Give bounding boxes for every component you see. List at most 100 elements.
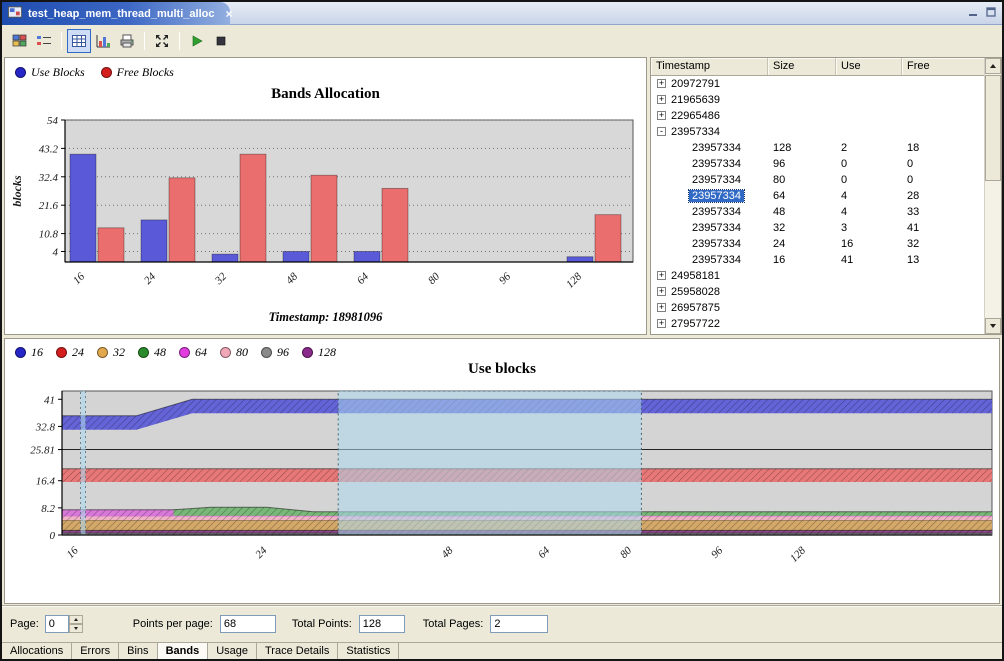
legend-item: 80 xyxy=(220,345,248,360)
timestamp-cell: +24958181 xyxy=(651,268,768,284)
legend-item: 16 xyxy=(15,345,43,360)
view-tab-bands[interactable]: Bands xyxy=(158,643,209,659)
grid-view-button[interactable] xyxy=(8,29,32,53)
timestamp-cell: +21965639 xyxy=(651,92,768,108)
column-header[interactable]: Use xyxy=(836,58,902,75)
view-tab-statistics[interactable]: Statistics xyxy=(338,643,399,659)
svg-text:41: 41 xyxy=(44,394,55,406)
legend-color-dot xyxy=(261,347,272,358)
table-view-button[interactable] xyxy=(67,29,91,53)
points-per-page-input[interactable] xyxy=(220,615,276,633)
view-tab-errors[interactable]: Errors xyxy=(72,643,119,659)
free-cell: 0 xyxy=(902,172,986,188)
table-row[interactable]: +26957875 xyxy=(651,300,986,316)
svg-text:24: 24 xyxy=(253,544,270,561)
table-row[interactable]: 23957334241632 xyxy=(651,236,986,252)
timestamp-value: 23957334 xyxy=(689,158,744,170)
table-row[interactable]: +20972791 xyxy=(651,76,986,92)
collapse-toggle[interactable]: - xyxy=(657,127,666,136)
use-blocks-chart[interactable]: 08.216.425.8132.841162448648096128 xyxy=(6,383,1000,601)
svg-text:32.4: 32.4 xyxy=(38,172,59,184)
tab-test-heap-mem-thread-multi-alloc[interactable]: test_heap_mem_thread_multi_alloc × xyxy=(2,2,230,25)
table-row[interactable]: +22965486 xyxy=(651,108,986,124)
chart-view-button[interactable] xyxy=(91,29,115,53)
print-button[interactable] xyxy=(115,29,139,53)
timestamp-value: 23957334 xyxy=(689,142,744,154)
free-cell: 0 xyxy=(902,156,986,172)
column-header[interactable]: Free xyxy=(902,58,986,75)
page-input[interactable] xyxy=(45,615,69,633)
maximize-icon[interactable] xyxy=(984,5,998,19)
bands-allocation-chart[interactable]: 410.821.632.443.25416243248648096128bloc… xyxy=(7,110,646,310)
toolbar-separator xyxy=(144,32,145,50)
table-row[interactable]: -23957334 xyxy=(651,124,986,140)
table-row[interactable]: 2395733432341 xyxy=(651,220,986,236)
table-row[interactable]: 2395733464428 xyxy=(651,188,986,204)
expand-toggle[interactable]: + xyxy=(657,271,666,280)
expand-toggle[interactable]: + xyxy=(657,303,666,312)
legend-item: 24 xyxy=(56,345,84,360)
table-row[interactable]: +27957722 xyxy=(651,316,986,332)
column-header[interactable]: Timestamp xyxy=(651,58,768,75)
expand-toggle[interactable]: + xyxy=(657,79,666,88)
scroll-up-button[interactable] xyxy=(985,58,1001,74)
expand-toggle[interactable]: + xyxy=(657,111,666,120)
view-tab-bar: AllocationsErrorsBinsBandsUsageTrace Det… xyxy=(2,642,1002,659)
total-points-input[interactable] xyxy=(359,615,405,633)
size-cell: 16 xyxy=(768,252,836,268)
size-cell: 48 xyxy=(768,204,836,220)
table-row[interactable]: 239573349600 xyxy=(651,156,986,172)
total-pages-input[interactable] xyxy=(490,615,548,633)
timestamp-value: 21965639 xyxy=(671,94,720,106)
use-cell xyxy=(836,92,902,108)
view-tab-bins[interactable]: Bins xyxy=(119,643,157,659)
table-row[interactable]: +25958028 xyxy=(651,284,986,300)
timestamp-value: 22965486 xyxy=(671,110,720,122)
table-row[interactable]: 239573348000 xyxy=(651,172,986,188)
free-cell xyxy=(902,124,986,140)
table-row[interactable]: +24958181 xyxy=(651,268,986,284)
svg-text:32: 32 xyxy=(212,270,229,287)
svg-text:25.81: 25.81 xyxy=(30,445,55,457)
view-tab-trace-details[interactable]: Trace Details xyxy=(257,643,338,659)
size-cell xyxy=(768,284,836,300)
fit-view-button[interactable] xyxy=(150,29,174,53)
application-window: test_heap_mem_thread_multi_alloc × xyxy=(0,0,1004,661)
spin-up-button[interactable] xyxy=(69,615,83,624)
table-row[interactable]: +21965639 xyxy=(651,92,986,108)
page-spinner[interactable] xyxy=(45,615,83,633)
use-cell xyxy=(836,76,902,92)
timestamp-cell: 23957334 xyxy=(651,236,768,252)
spin-down-button[interactable] xyxy=(69,624,83,633)
legend-color-dot xyxy=(56,347,67,358)
use-cell xyxy=(836,316,902,332)
view-tab-usage[interactable]: Usage xyxy=(208,643,257,659)
size-cell xyxy=(768,76,836,92)
svg-text:8.2: 8.2 xyxy=(41,503,55,515)
use-cell: 3 xyxy=(836,220,902,236)
table-row[interactable]: 23957334128218 xyxy=(651,140,986,156)
free-cell: 13 xyxy=(902,252,986,268)
timestamp-value: 27957722 xyxy=(671,318,720,330)
page-label: Page: xyxy=(10,618,39,630)
close-icon[interactable]: × xyxy=(225,7,232,21)
play-button[interactable] xyxy=(185,29,209,53)
expand-toggle[interactable]: + xyxy=(657,287,666,296)
table-row[interactable]: 23957334164113 xyxy=(651,252,986,268)
legend-color-dot xyxy=(15,67,26,78)
timestamp-value: 26957875 xyxy=(671,302,720,314)
expand-toggle[interactable]: + xyxy=(657,95,666,104)
table-header: TimestampSizeUseFree xyxy=(651,58,986,76)
table-row[interactable]: 2395733448433 xyxy=(651,204,986,220)
expand-toggle[interactable]: + xyxy=(657,319,666,328)
scroll-down-button[interactable] xyxy=(985,318,1001,334)
view-tab-allocations[interactable]: Allocations xyxy=(2,643,72,659)
scroll-thumb[interactable] xyxy=(985,75,1001,181)
stop-button[interactable] xyxy=(209,29,233,53)
minimize-icon[interactable] xyxy=(966,5,980,19)
list-view-button[interactable] xyxy=(32,29,56,53)
column-header[interactable]: Size xyxy=(768,58,836,75)
svg-text:10.8: 10.8 xyxy=(39,229,59,241)
table-scrollbar[interactable] xyxy=(984,58,1001,334)
free-cell: 41 xyxy=(902,220,986,236)
